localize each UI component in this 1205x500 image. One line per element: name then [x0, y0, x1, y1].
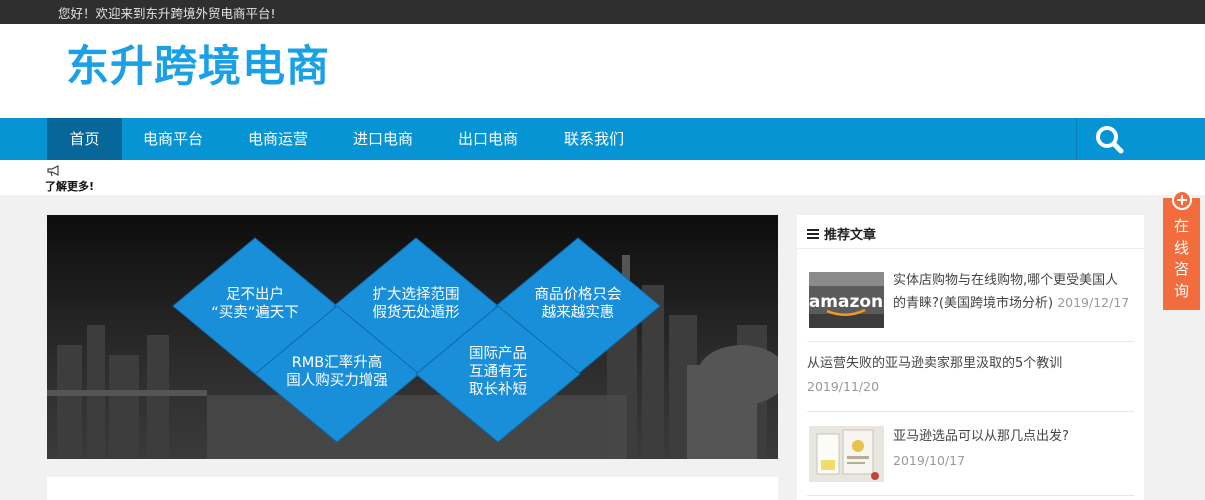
megaphone-icon [47, 165, 59, 177]
article-thumbnail[interactable]: amazon [809, 272, 884, 328]
list-icon [807, 227, 819, 241]
header: 东升跨境电商 [0, 24, 1205, 118]
banner-text-4: RMB汇率升高 国人购买力增强 [286, 355, 388, 389]
nav-item-contact[interactable]: 联系我们 [549, 118, 639, 160]
article-item[interactable]: 亚马逊选品可以从那几点出发? 2019/10/17 [807, 426, 1134, 486]
article-thumbnail[interactable] [809, 426, 884, 482]
hero-banner[interactable]: 足不出户 “买卖”遍天下 扩大选择范围 假货无处遁形 商品价格只会 越来越实惠 RMB… [47, 215, 778, 459]
nav-item-platform[interactable]: 电商平台 [128, 118, 218, 160]
nav-item-home[interactable]: 首页 [47, 118, 122, 160]
article-date: 2019/12/17 [1057, 295, 1130, 310]
article-separator [807, 495, 1134, 496]
nav-item-export[interactable]: 出口电商 [443, 118, 533, 160]
banner-text-2: 扩大选择范围 假货无处遁形 [372, 287, 460, 321]
article-separator [807, 411, 1134, 412]
article-date: 2019/10/17 [893, 453, 966, 468]
sidebar-title: 推荐文章 [807, 224, 876, 243]
welcome-text: 您好！欢迎来到东升跨境外贸电商平台! [58, 6, 276, 21]
banner-text-5: 国际产品 互通有无 取长补短 [469, 346, 527, 398]
nav-item-import[interactable]: 进口电商 [338, 118, 428, 160]
main-nav: 首页 电商平台 电商运营 进口电商 出口电商 联系我们 [0, 118, 1205, 160]
banner-graphic [47, 215, 778, 459]
banner-text-3: 商品价格只会 越来越实惠 [534, 287, 622, 321]
article-item[interactable]: amazon 实体店购物与在线购物,哪个更受美国人 的青睐?(美国跨境市场分析)… [807, 272, 1134, 332]
site-logo[interactable]: 东升跨境电商 [66, 39, 330, 95]
product-image [809, 426, 884, 482]
online-consult-button[interactable]: 在 线 咨 询 [1163, 190, 1200, 310]
article-title-link[interactable]: 亚马逊选品可以从那几点出发? 2019/10/17 [893, 426, 1138, 472]
content-panel [47, 477, 778, 500]
article-title-link[interactable]: 从运营失败的亚马逊卖家那里汲取的5个教训 2019/11/20 [807, 353, 1134, 398]
search-button[interactable] [1077, 118, 1142, 160]
article-title-link[interactable]: 实体店购物与在线购物,哪个更受美国人 的青睐?(美国跨境市场分析) 2019/1… [893, 270, 1138, 315]
svg-text:amazon: amazon [809, 292, 883, 312]
top-bar: 您好！欢迎来到东升跨境外贸电商平台! [0, 0, 1205, 24]
article-date: 2019/11/20 [807, 379, 880, 394]
article-item[interactable]: 从运营失败的亚马逊卖家那里汲取的5个教训 2019/11/20 [807, 353, 1134, 403]
search-icon [1096, 126, 1124, 154]
notice-more-link[interactable]: 了解更多! [45, 178, 94, 194]
plus-icon [1172, 190, 1192, 210]
nav-item-operation[interactable]: 电商运营 [233, 118, 323, 160]
recommended-sidebar: 推荐文章 amazon 实体店购物与在线购物,哪个更受美国人 的青睐?(美国跨境… [797, 215, 1144, 500]
consult-label: 在 线 咨 询 [1173, 217, 1189, 300]
notice-bar: 了解更多! [0, 160, 1205, 195]
sidebar-divider [797, 248, 1144, 249]
article-separator [807, 341, 1134, 342]
amazon-logo-image: amazon [809, 272, 884, 328]
banner-text-1: 足不出户 “买卖”遍天下 [211, 287, 299, 321]
